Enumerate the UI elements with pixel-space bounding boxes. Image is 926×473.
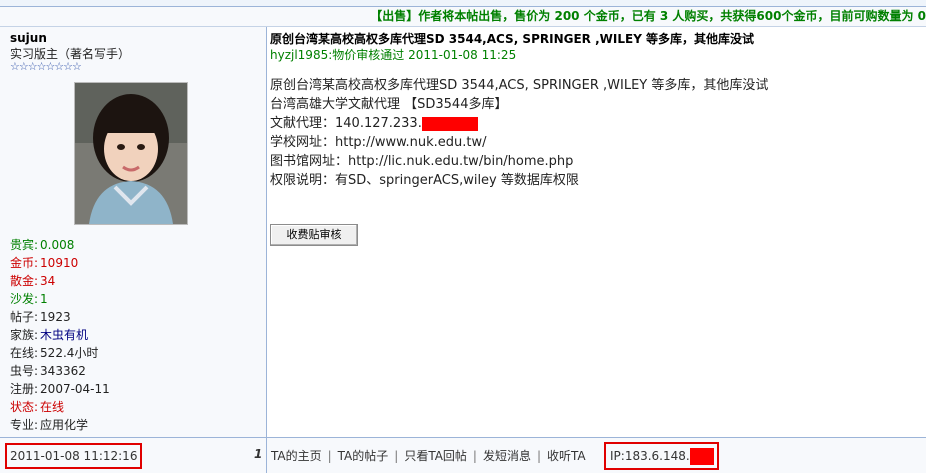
stat-label: 帖子: <box>10 310 39 324</box>
user-stat: 家族: 木虫有机 <box>10 327 88 344</box>
ip-text: IP:183.6.148. <box>610 449 690 463</box>
user-stat: 状态: 在线 <box>10 399 64 416</box>
stat-label: 金币: <box>10 256 39 270</box>
stat-label: 专业: <box>10 418 39 432</box>
stat-label: 虫号: <box>10 364 39 378</box>
audit-note: hyzjl1985:物价审核通过 2011-01-08 11:25 <box>270 48 517 62</box>
stat-label: 状态: <box>10 400 39 414</box>
stat-label: 家族: <box>10 328 39 342</box>
link-send-message[interactable]: 发短消息 <box>483 449 531 463</box>
separator: | <box>327 449 332 463</box>
user-stat: 虫号: 343362 <box>10 363 86 380</box>
sale-banner-text: 【出售】作者将本帖出售，售价为 200 个金币，已有 3 人购买，共获得600个… <box>370 9 926 23</box>
link-user-home[interactable]: TA的主页 <box>271 449 322 463</box>
user-stat: 专业: 应用化学 <box>10 417 88 434</box>
redaction-box <box>689 448 714 465</box>
stat-value: 522.4小时 <box>40 346 99 360</box>
link-user-posts[interactable]: TA的帖子 <box>338 449 389 463</box>
stat-value: 343362 <box>40 364 86 378</box>
proxy-text: 文献代理：140.127.233. <box>270 116 422 131</box>
footer-links: TA的主页 | TA的帖子 | 只看TA回帖 | 发短消息 | 收听TA <box>271 447 586 464</box>
review-button[interactable]: 收费贴审核 <box>270 224 358 246</box>
post-body: 原创台湾某高校高权多库代理SD 3544,ACS, SPRINGER ,WILE… <box>270 76 768 190</box>
post-line: 学校网址：http://www.nuk.edu.tw/ <box>270 135 487 150</box>
separator: | <box>472 449 477 463</box>
stat-value: 2007-04-11 <box>40 382 110 396</box>
stat-value: 木虫有机 <box>40 328 89 342</box>
user-stat: 帖子: 1923 <box>10 309 71 326</box>
user-stat: 贵宾: 0.008 <box>10 237 74 254</box>
post-footer: 2011-01-08 11:12:16 1 TA的主页 | TA的帖子 | 只看TA回帖… <box>0 437 926 473</box>
post-line: 图书馆网址：http://lic.nuk.edu.tw/bin/home.php <box>270 154 574 169</box>
post-line: 原创台湾某高校高权多库代理SD 3544,ACS, SPRINGER ,WILE… <box>270 78 769 93</box>
floor-number: 1 <box>254 447 263 461</box>
separator: | <box>536 449 542 463</box>
avatar-image <box>75 83 187 224</box>
post-title: 原创台湾某高校高权多库代理SD 3544,ACS, SPRINGER ,WILE… <box>270 32 755 46</box>
user-stat: 沙发: 1 <box>10 291 48 308</box>
post-timestamp: 2011-01-08 11:12:16 <box>5 443 143 469</box>
stat-value: 1 <box>40 292 48 306</box>
sale-banner: 【出售】作者将本帖出售，售价为 200 个金币，已有 3 人购买，共获得600个… <box>0 7 926 27</box>
post-content: 原创台湾某高校高权多库代理SD 3544,ACS, SPRINGER ,WILE… <box>267 27 926 437</box>
ip-address: IP:183.6.148. <box>604 442 719 470</box>
user-stat: 在线: 522.4小时 <box>10 345 98 362</box>
stat-value: 34 <box>40 274 56 288</box>
stat-value: 0.008 <box>40 238 75 252</box>
stat-label: 散金: <box>10 274 39 288</box>
user-sidebar: sujun 实习版主（著名写手） ☆☆☆☆☆☆☆☆ 贵宾: 0.008 金币: 109… <box>0 27 267 437</box>
redaction-box <box>421 116 478 131</box>
stat-label: 注册: <box>10 382 39 396</box>
rank-stars: ☆☆☆☆☆☆☆☆ <box>10 60 82 73</box>
stat-label: 在线: <box>10 346 39 360</box>
user-stat: 散金: 34 <box>10 273 55 290</box>
user-stat: 金币: 10910 <box>10 255 78 272</box>
stat-value: 在线 <box>40 400 65 414</box>
stat-label: 沙发: <box>10 292 39 306</box>
separator: | <box>394 449 399 463</box>
stat-value: 应用化学 <box>40 418 89 432</box>
stat-value: 1923 <box>40 310 71 324</box>
stat-value: 10910 <box>40 256 79 270</box>
link-follow-user[interactable]: 收听TA <box>547 449 586 463</box>
footer-divider <box>266 438 267 473</box>
avatar[interactable] <box>74 82 188 225</box>
stat-label: 贵宾: <box>10 238 39 252</box>
user-stat: 注册: 2007-04-11 <box>10 381 110 398</box>
top-border <box>0 0 926 7</box>
post-line: 台湾高雄大学文献代理 【SD3544多库】 <box>270 97 508 112</box>
post-line-proxy: 文献代理：140.127.233. <box>270 114 768 133</box>
link-only-user-replies[interactable]: 只看TA回帖 <box>404 449 467 463</box>
username-link[interactable]: sujun <box>10 31 47 45</box>
post-line: 权限说明：有SD、springerACS,wiley 等数据库权限 <box>270 173 579 188</box>
